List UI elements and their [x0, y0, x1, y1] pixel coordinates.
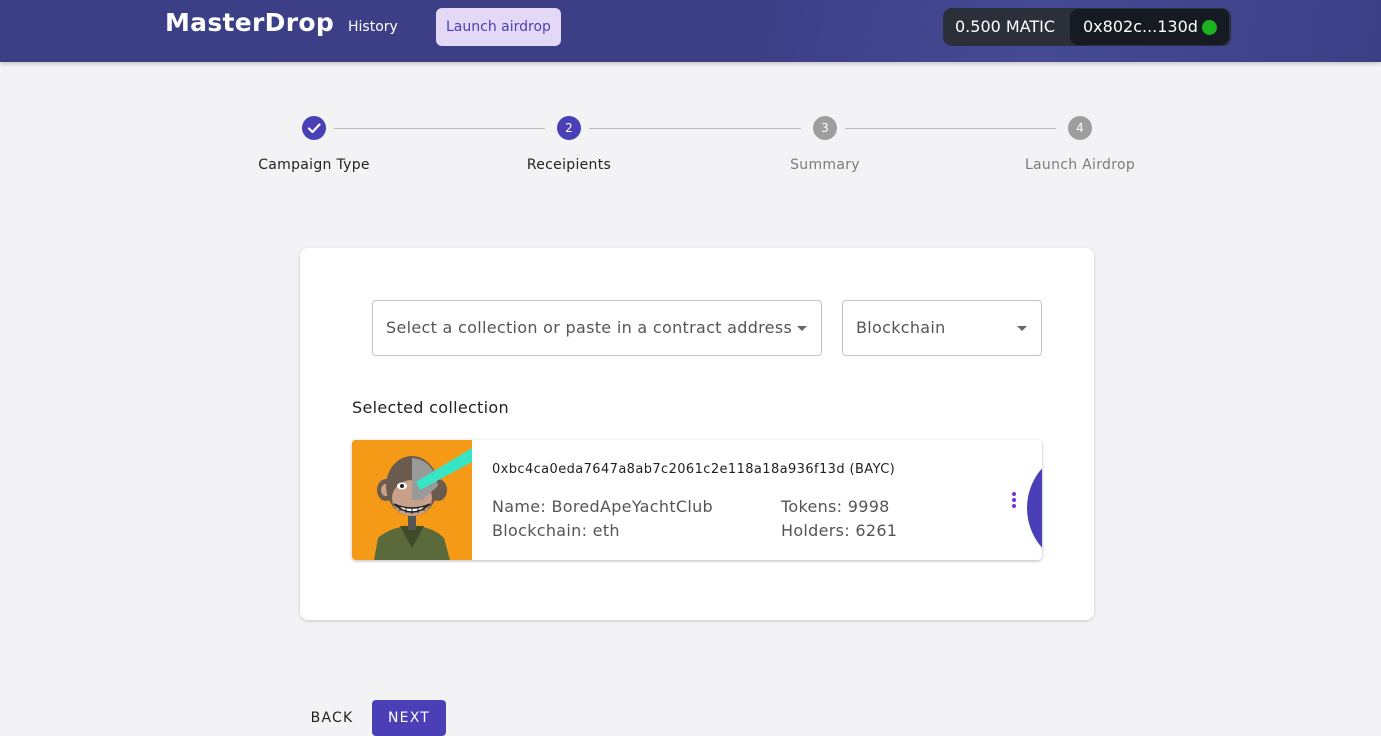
collection-select-placeholder: Select a collection or paste in a contra…	[386, 318, 793, 337]
collection-blockchain: Blockchain: eth	[492, 521, 620, 540]
next-button[interactable]: NEXT	[372, 700, 446, 736]
selected-collection-heading: Selected collection	[352, 398, 509, 417]
check-icon	[307, 123, 321, 134]
step-label-recipients: Receipients	[526, 157, 612, 173]
step-label-launch-airdrop: Launch Airdrop	[1024, 157, 1136, 173]
collection-thumbnail	[352, 440, 472, 560]
dropdown-arrow-icon	[1017, 326, 1027, 331]
dropdown-arrow-icon	[797, 326, 807, 331]
step-1-check-icon	[302, 116, 326, 140]
decorative-circle	[1027, 448, 1042, 560]
step-3-indicator: 3	[813, 116, 837, 140]
back-button[interactable]: BACK	[304, 700, 360, 736]
collection-holders: Holders: 6261	[781, 521, 898, 540]
collection-name: Name: BoredApeYachtClub	[492, 497, 714, 516]
step-connector	[334, 128, 545, 129]
step-connector	[589, 128, 801, 129]
blockchain-select[interactable]: Blockchain	[842, 300, 1042, 356]
step-connector	[845, 128, 1056, 129]
airdrop-stepper: 2 3 4 Campaign Type Receipients Summary …	[0, 0, 1381, 200]
step-2-indicator: 2	[557, 116, 581, 140]
step-label-summary: Summary	[790, 157, 860, 173]
blockchain-select-placeholder: Blockchain	[856, 318, 946, 337]
more-options-icon[interactable]	[1010, 490, 1018, 510]
recipients-card: Select a collection or paste in a contra…	[300, 248, 1094, 620]
collection-select[interactable]: Select a collection or paste in a contra…	[372, 300, 822, 356]
step-4-indicator: 4	[1068, 116, 1092, 140]
collection-contract-address: 0xbc4ca0eda7647a8ab7c2061c2e118a18a936f1…	[492, 462, 896, 477]
collection-tokens: Tokens: 9998	[781, 497, 890, 516]
step-label-campaign-type: Campaign Type	[258, 157, 370, 173]
selected-collection-item: 0xbc4ca0eda7647a8ab7c2061c2e118a18a936f1…	[352, 440, 1042, 560]
ape-avatar-icon	[352, 440, 472, 560]
